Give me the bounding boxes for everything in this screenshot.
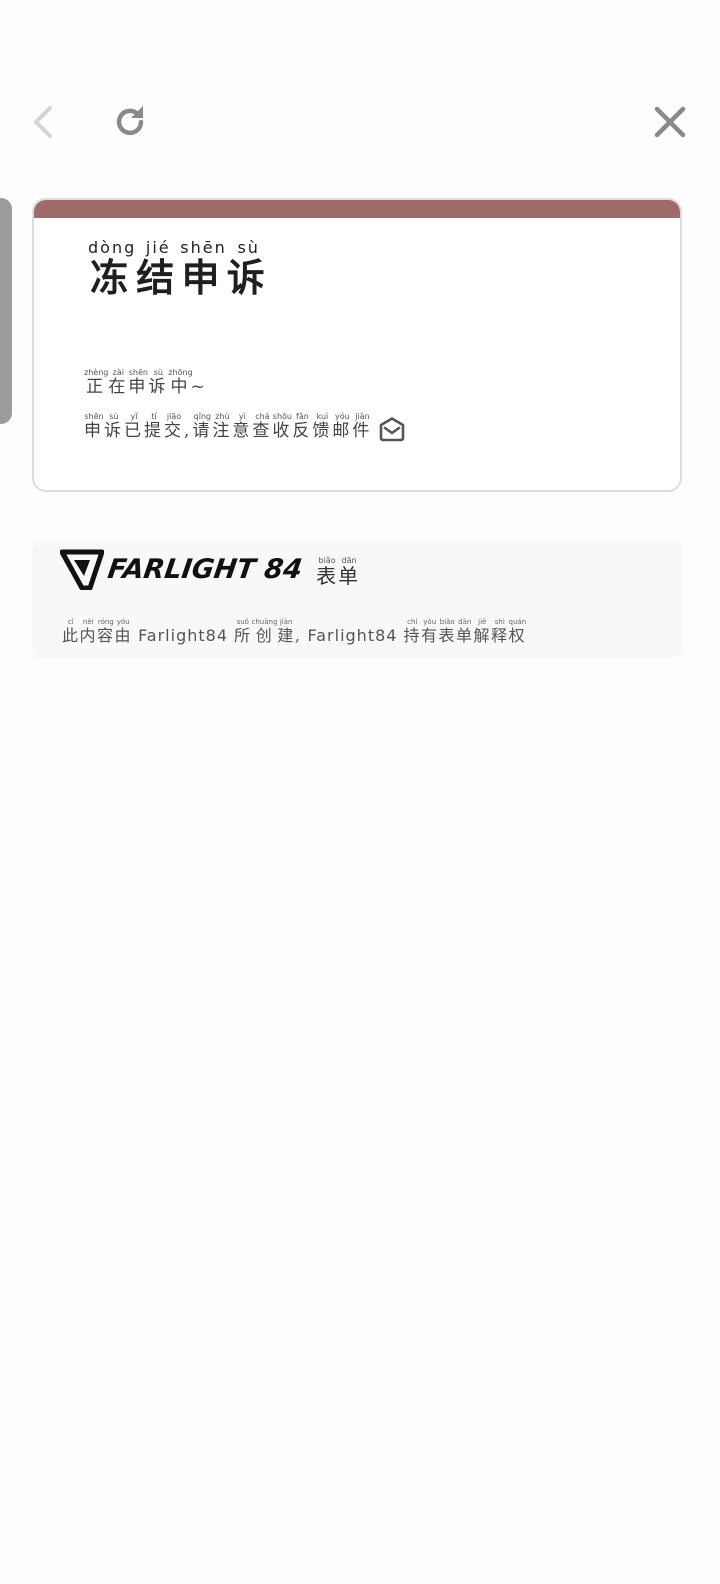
farlight84-logo-icon — [60, 549, 104, 590]
reload-button[interactable] — [100, 92, 160, 152]
mail-icon — [378, 416, 406, 451]
close-icon — [654, 106, 686, 138]
form-label: 表biǎo单dān — [316, 556, 361, 588]
form-footer: FARLIGHT 84 表biǎo单dān 此cǐ内nèi容róng由yóuFa… — [32, 540, 682, 658]
back-button[interactable] — [14, 92, 74, 152]
brand-wordmark: FARLIGHT 84 — [105, 553, 305, 585]
appeal-in-progress-text: 正zhèng在zài申shēn诉sù中zhōng~ — [84, 368, 208, 397]
card-accent-bar — [34, 200, 680, 218]
farlight84-logo: FARLIGHT 84 — [60, 548, 305, 590]
appeal-status-card: 冻dòng结jié申shēn诉sù 正zhèng在zài申shēn诉sù中zhō… — [32, 198, 682, 492]
chevron-left-icon — [34, 106, 52, 138]
page-title: 冻dòng结jié申shēn诉sù — [88, 238, 271, 300]
side-drawer-handle[interactable] — [0, 198, 12, 424]
reload-icon — [116, 106, 144, 136]
brand-row: FARLIGHT 84 表biǎo单dān — [60, 548, 360, 590]
appeal-submitted-text: 申shēn诉sù已yǐ提tí交jiāo,请qǐng注zhù意yì查chá收shō… — [84, 412, 406, 451]
copyright-note: 此cǐ内nèi容róng由yóuFarlight84 所suǒ创chuàng建ji… — [62, 618, 527, 645]
close-button[interactable] — [640, 92, 700, 152]
